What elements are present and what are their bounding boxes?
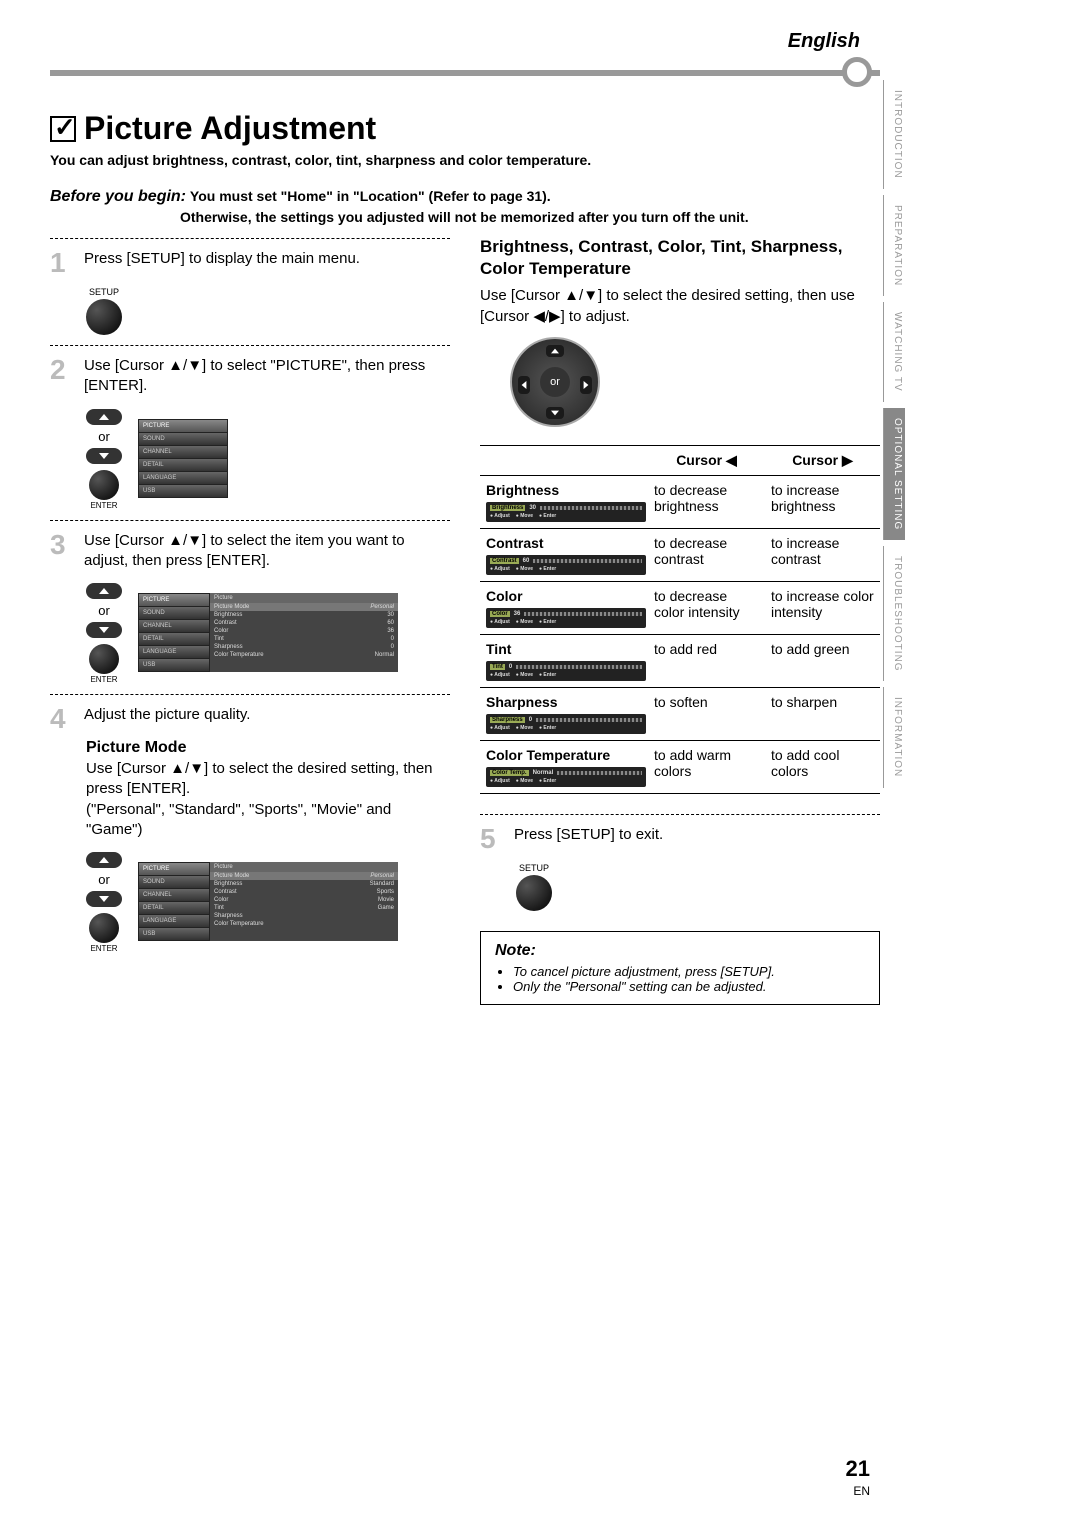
section-tabs: INTRODUCTION PREPARATION WATCHING TV OPTION…	[883, 80, 905, 788]
menu-item: DETAIL	[138, 633, 210, 646]
menu-item: LANGUAGE	[138, 472, 228, 485]
slider-mock: Brightness30AdjustMoveEnter	[486, 502, 646, 522]
subsection-head: Brightness, Contrast, Color, Tint, Sharp…	[480, 236, 880, 280]
step-4: 4 Adjust the picture quality.	[50, 705, 450, 733]
header-circle-icon	[842, 57, 872, 87]
full-dpad-illustration: or	[510, 337, 600, 427]
step-num-1: 1	[50, 249, 74, 277]
picture-mode-menu-mock: PICTURESOUNDCHANNELDETAILLANGUAGEUSB Pic…	[138, 862, 398, 941]
cursor-updown-illustration-3: or ENTER	[86, 850, 122, 953]
step-5: 5 Press [SETUP] to exit.	[480, 825, 880, 853]
menu-item: LANGUAGE	[138, 646, 210, 659]
menu-row: Color Temperature	[210, 920, 398, 928]
picture-menu-mock: PICTURESOUNDCHANNELDETAILLANGUAGEUSB Pic…	[138, 593, 398, 672]
table-row: BrightnessBrightness30AdjustMoveEnterto …	[480, 475, 880, 528]
menu-row: ColorMovie	[210, 896, 398, 904]
th-cursor-left: Cursor ◀	[648, 445, 765, 475]
step-2-text: Use [Cursor ▲/▼] to select "PICTURE", th…	[84, 356, 450, 397]
before-you-begin: Before you begin: You must set "Home" in…	[50, 187, 880, 226]
check-icon	[50, 116, 76, 142]
menu-row: Color36	[210, 627, 398, 635]
table-row: ColorColor36AdjustMoveEnterto decrease c…	[480, 581, 880, 634]
picture-mode-text1: Use [Cursor ▲/▼] to select the desired s…	[86, 759, 450, 800]
note-head: Note:	[495, 942, 865, 960]
menu-row: TintGame	[210, 904, 398, 912]
before-line1: You must set "Home" in "Location" (Refer…	[190, 188, 551, 204]
side-tab-optional-setting: OPTIONAL SETTING	[883, 408, 905, 540]
setup-button-illustration: SETUP	[86, 287, 122, 335]
menu-row: Brightness30	[210, 611, 398, 619]
menu-item: DETAIL	[138, 459, 228, 472]
table-row: ContrastContrast60AdjustMoveEnterto decr…	[480, 528, 880, 581]
slider-mock: Color Temp.NormalAdjustMoveEnter	[486, 767, 646, 787]
intro-text: You can adjust brightness, contrast, col…	[50, 151, 880, 169]
menu-item: PICTURE	[138, 593, 210, 607]
step-5-text: Press [SETUP] to exit.	[514, 825, 880, 853]
language-label: English	[788, 30, 860, 53]
slider-mock: Tint0AdjustMoveEnter	[486, 661, 646, 681]
menu-row: Contrast60	[210, 619, 398, 627]
cursor-updown-illustration: or ENTER	[86, 407, 122, 510]
step-4-text: Adjust the picture quality.	[84, 705, 450, 733]
step-2: 2 Use [Cursor ▲/▼] to select "PICTURE", …	[50, 356, 450, 397]
side-tab-information: INFORMATION	[883, 687, 905, 787]
menu-row: Sharpness	[210, 912, 398, 920]
table-row: TintTint0AdjustMoveEnterto add redto add…	[480, 634, 880, 687]
side-tab-introduction: INTRODUCTION	[883, 80, 905, 189]
menu-item: USB	[138, 485, 228, 498]
page-lang: EN	[853, 1484, 870, 1498]
page-title: Picture Adjustment	[50, 110, 880, 147]
menu-row: Sharpness0	[210, 643, 398, 651]
page-number: 21	[846, 1456, 870, 1482]
menu-item: USB	[138, 928, 210, 941]
menu-item: CHANNEL	[138, 620, 210, 633]
menu-item: CHANNEL	[138, 446, 228, 459]
note-item: To cancel picture adjustment, press [SET…	[513, 964, 865, 979]
step-3: 3 Use [Cursor ▲/▼] to select the item yo…	[50, 531, 450, 572]
picture-mode-text2: ("Personal", "Standard", "Sports", "Movi…	[86, 800, 450, 841]
menu-item: SOUND	[138, 433, 228, 446]
step-1-text: Press [SETUP] to display the main menu.	[84, 249, 450, 277]
subsection-text: Use [Cursor ▲/▼] to select the desired s…	[480, 286, 880, 327]
table-row: SharpnessSharpness0AdjustMoveEnterto sof…	[480, 687, 880, 740]
title-text: Picture Adjustment	[84, 110, 376, 147]
menu-row: Color TemperatureNormal	[210, 651, 398, 659]
menu-item: PICTURE	[138, 419, 228, 433]
step-3-text: Use [Cursor ▲/▼] to select the item you …	[84, 531, 450, 572]
step-1: 1 Press [SETUP] to display the main menu…	[50, 249, 450, 277]
slider-mock: Color36AdjustMoveEnter	[486, 608, 646, 628]
slider-mock: Contrast60AdjustMoveEnter	[486, 555, 646, 575]
note-item: Only the "Personal" setting can be adjus…	[513, 979, 865, 994]
menu-row: Tint0	[210, 635, 398, 643]
menu-item: SOUND	[138, 607, 210, 620]
side-tab-troubleshooting: TROUBLESHOOTING	[883, 546, 905, 682]
menu-item: USB	[138, 659, 210, 672]
menu-item: SOUND	[138, 876, 210, 889]
menu-item: LANGUAGE	[138, 915, 210, 928]
menu-item: CHANNEL	[138, 889, 210, 902]
adjustment-table: Cursor ◀ Cursor ▶ BrightnessBrightness30…	[480, 445, 880, 794]
menu-item: PICTURE	[138, 862, 210, 876]
before-line2: Otherwise, the settings you adjusted wil…	[180, 209, 749, 225]
cursor-updown-illustration-2: or ENTER	[86, 581, 122, 684]
main-menu-mock: PICTURESOUNDCHANNELDETAILLANGUAGEUSB	[138, 419, 228, 498]
menu-row: Picture ModePersonal	[210, 872, 398, 880]
note-box: Note: To cancel picture adjustment, pres…	[480, 931, 880, 1005]
menu-item: DETAIL	[138, 902, 210, 915]
before-lead: Before you begin:	[50, 188, 186, 205]
side-tab-watching-tv: WATCHING TV	[883, 302, 905, 402]
table-row: Color TemperatureColor Temp.NormalAdjust…	[480, 740, 880, 793]
side-tab-preparation: PREPARATION	[883, 195, 905, 296]
menu-row: ContrastSports	[210, 888, 398, 896]
slider-mock: Sharpness0AdjustMoveEnter	[486, 714, 646, 734]
header-rule	[50, 70, 880, 76]
picture-mode-head: Picture Mode	[86, 739, 450, 757]
setup-button-illustration-2: SETUP	[516, 863, 552, 911]
menu-row: BrightnessStandard	[210, 880, 398, 888]
menu-row: Picture ModePersonal	[210, 603, 398, 611]
th-cursor-right: Cursor ▶	[765, 445, 880, 475]
